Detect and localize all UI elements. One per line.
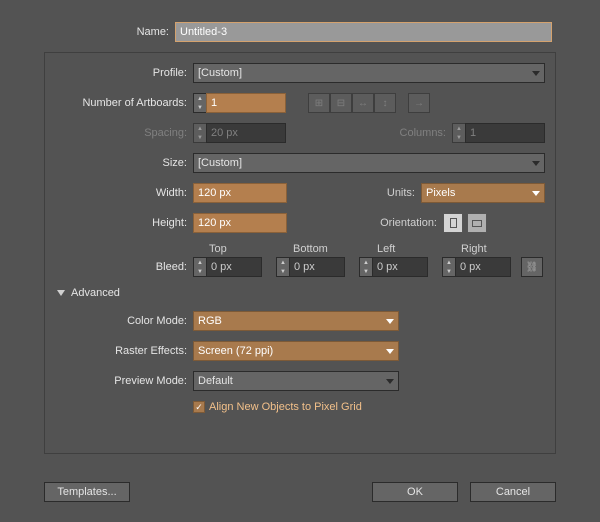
height-label: Height: xyxy=(45,217,193,229)
size-label: Size: xyxy=(45,157,193,169)
grid-by-row-icon[interactable]: ⊞ xyxy=(308,93,330,113)
profile-value: [Custom] xyxy=(198,67,242,79)
check-icon: ✓ xyxy=(193,401,205,413)
artboards-label: Number of Artboards: xyxy=(45,97,193,109)
columns-stepper: ▲▼ xyxy=(452,123,466,143)
bleed-top-stepper[interactable]: ▲▼ xyxy=(193,257,207,277)
bleed-bottom-stepper[interactable]: ▲▼ xyxy=(276,257,290,277)
left-label: Left xyxy=(375,243,445,255)
preview-dropdown[interactable]: Default xyxy=(193,371,399,391)
units-value: Pixels xyxy=(426,187,455,199)
profile-label: Profile: xyxy=(45,67,193,79)
spacing-input xyxy=(206,123,286,143)
colormode-dropdown[interactable]: RGB xyxy=(193,311,399,331)
cancel-button[interactable]: Cancel xyxy=(470,482,556,502)
grid-by-col-icon[interactable]: ⊟ xyxy=(330,93,352,113)
advanced-header[interactable]: Advanced xyxy=(57,287,545,299)
spacing-label: Spacing: xyxy=(45,127,193,139)
width-input[interactable] xyxy=(193,183,287,203)
artboards-stepper[interactable]: ▲▼ xyxy=(193,93,207,113)
artboards-input[interactable] xyxy=(206,93,286,113)
bleed-left-input[interactable] xyxy=(372,257,428,277)
ok-button[interactable]: OK xyxy=(372,482,458,502)
settings-frame: Profile: [Custom] Number of Artboards: ▲… xyxy=(44,52,556,454)
width-label: Width: xyxy=(45,187,193,199)
top-label: Top xyxy=(207,243,277,255)
orientation-landscape-icon[interactable] xyxy=(467,213,487,233)
columns-label: Columns: xyxy=(390,127,452,139)
raster-dropdown[interactable]: Screen (72 ppi) xyxy=(193,341,399,361)
orientation-label: Orientation: xyxy=(363,217,443,229)
size-value: [Custom] xyxy=(198,157,242,169)
raster-value: Screen (72 ppi) xyxy=(198,345,273,357)
name-label: Name: xyxy=(0,26,175,38)
bleed-bottom-input[interactable] xyxy=(289,257,345,277)
align-checkbox[interactable]: ✓ Align New Objects to Pixel Grid xyxy=(193,401,362,413)
colormode-value: RGB xyxy=(198,315,222,327)
preview-value: Default xyxy=(198,375,233,387)
preview-label: Preview Mode: xyxy=(45,375,193,387)
orientation-portrait-icon[interactable] xyxy=(443,213,463,233)
disclosure-triangle-icon xyxy=(57,290,65,296)
bleed-left-stepper[interactable]: ▲▼ xyxy=(359,257,373,277)
height-input[interactable] xyxy=(193,213,287,233)
units-dropdown[interactable]: Pixels xyxy=(421,183,545,203)
right-label: Right xyxy=(459,243,529,255)
arrange-col-icon[interactable]: ↕ xyxy=(374,93,396,113)
colormode-label: Color Mode: xyxy=(45,315,193,327)
bottom-label: Bottom xyxy=(291,243,361,255)
raster-label: Raster Effects: xyxy=(45,345,193,357)
spacing-stepper: ▲▼ xyxy=(193,123,207,143)
link-bleed-icon[interactable]: ⛓ xyxy=(521,257,543,277)
layout-direction-icon[interactable]: → xyxy=(408,93,430,113)
bleed-top-input[interactable] xyxy=(206,257,262,277)
size-dropdown[interactable]: [Custom] xyxy=(193,153,545,173)
name-input[interactable] xyxy=(175,22,552,42)
advanced-label: Advanced xyxy=(71,287,120,299)
profile-dropdown[interactable]: [Custom] xyxy=(193,63,545,83)
templates-button[interactable]: Templates... xyxy=(44,482,130,502)
units-label: Units: xyxy=(359,187,421,199)
bleed-label: Bleed: xyxy=(45,261,193,273)
align-label: Align New Objects to Pixel Grid xyxy=(209,401,362,413)
bleed-right-stepper[interactable]: ▲▼ xyxy=(442,257,456,277)
arrange-row-icon[interactable]: ↔ xyxy=(352,93,374,113)
columns-input xyxy=(465,123,545,143)
bleed-right-input[interactable] xyxy=(455,257,511,277)
